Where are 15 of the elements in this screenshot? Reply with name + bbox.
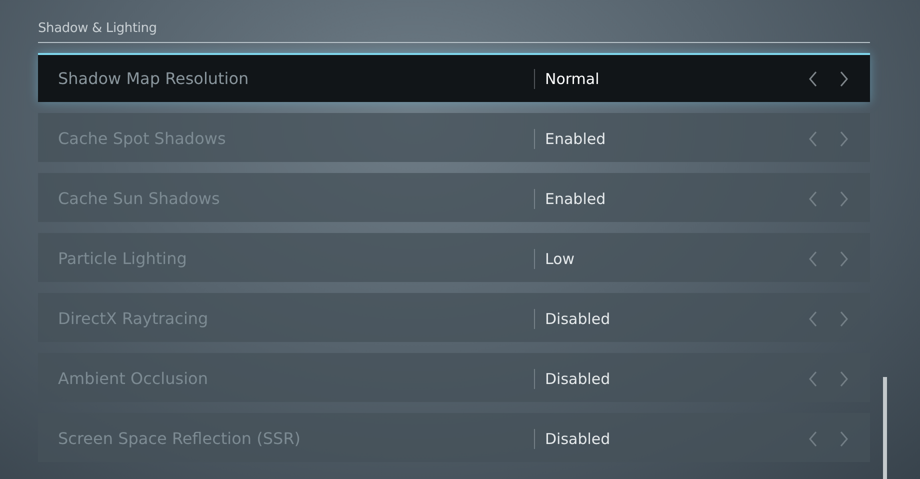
setting-label: Ambient Occlusion bbox=[57, 369, 209, 388]
setting-value: Enabled bbox=[544, 190, 607, 208]
setting-value: Disabled bbox=[544, 370, 612, 388]
setting-value: Disabled bbox=[544, 430, 612, 448]
section-title: Shadow & Lighting bbox=[38, 21, 157, 36]
setting-label: Shadow Map Resolution bbox=[57, 69, 250, 88]
setting-value: Enabled bbox=[544, 130, 607, 148]
setting-value: Disabled bbox=[544, 310, 612, 328]
chevron-right-icon[interactable] bbox=[839, 70, 849, 86]
scrollbar[interactable] bbox=[883, 377, 887, 479]
chevron-left-icon[interactable] bbox=[808, 70, 818, 86]
setting-label: Screen Space Reflection (SSR) bbox=[57, 429, 302, 448]
setting-value: Normal bbox=[544, 70, 600, 88]
setting-value: Low bbox=[544, 250, 576, 268]
setting-row[interactable]: Shadow Map Resolution Normal bbox=[38, 53, 870, 102]
